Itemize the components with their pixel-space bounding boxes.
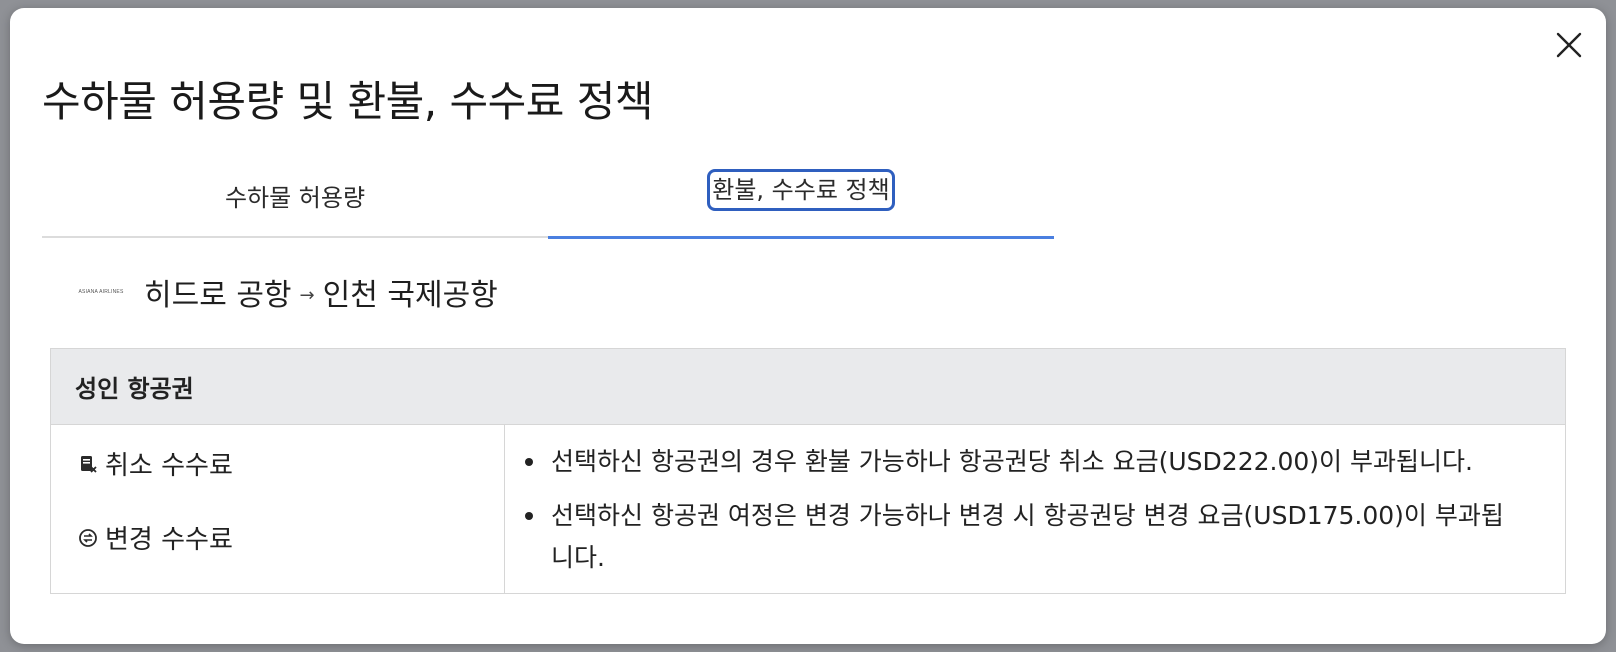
fee-notes-column: 선택하신 항공권의 경우 환불 가능하나 항공권당 취소 요금(USD222.0…: [505, 425, 1565, 593]
tab-bar: 수하물 허용량 환불, 수수료 정책: [42, 162, 1054, 239]
route-text: 히드로 공항 → 인천 국제공항: [144, 270, 498, 314]
tab-label: 수하물 허용량: [224, 184, 366, 212]
modal-title: 수하물 허용량 및 환불, 수수료 정책: [42, 77, 654, 126]
change-fee-note: 선택하신 항공권 여정은 변경 가능하나 변경 시 항공권당 변경 요금(USD…: [525, 495, 1525, 579]
change-fee-text: 변경 수수료: [105, 525, 233, 555]
policy-modal: 수하물 허용량 및 환불, 수수료 정책 수하물 허용량 환불, 수수료 정책 …: [10, 8, 1606, 644]
change-fee-icon: [77, 527, 99, 549]
fee-table-body: 취소 수수료 변경 수수료 선택하신 항공권의 경우 환불 가능하나 항공권당 …: [51, 425, 1565, 593]
cancel-fee-note: 선택하신 항공권의 경우 환불 가능하나 항공권당 취소 요금(USD222.0…: [525, 441, 1525, 483]
close-button[interactable]: [1552, 28, 1586, 62]
destination-airport: 인천 국제공항: [322, 278, 498, 313]
cancel-fee-label: 취소 수수료: [77, 445, 233, 482]
fee-type-column: 취소 수수료 변경 수수료: [51, 425, 505, 593]
cancel-fee-icon: [77, 453, 99, 475]
origin-airport: 히드로 공항: [144, 278, 292, 313]
tab-baggage-allowance[interactable]: 수하물 허용량: [42, 162, 548, 236]
tab-refund-fee-policy[interactable]: 환불, 수수료 정책: [548, 162, 1054, 239]
fee-table: 성인 항공권 취소 수수료 변경 수수료 선택하신 항공권의 경우 환불 가능하…: [50, 348, 1566, 594]
fee-table-header: 성인 항공권: [51, 349, 1565, 425]
close-icon: [1556, 32, 1582, 58]
route-summary: ASIANA AIRLINES 히드로 공항 → 인천 국제공항: [68, 270, 498, 314]
arrow-right-icon: →: [299, 284, 315, 306]
change-fee-label: 변경 수수료: [77, 519, 233, 556]
cancel-fee-text: 취소 수수료: [105, 451, 233, 481]
tab-label: 환불, 수수료 정책: [707, 169, 895, 211]
airline-logo-text: ASIANA AIRLINES: [78, 289, 124, 295]
airline-logo: ASIANA AIRLINES: [68, 285, 134, 299]
